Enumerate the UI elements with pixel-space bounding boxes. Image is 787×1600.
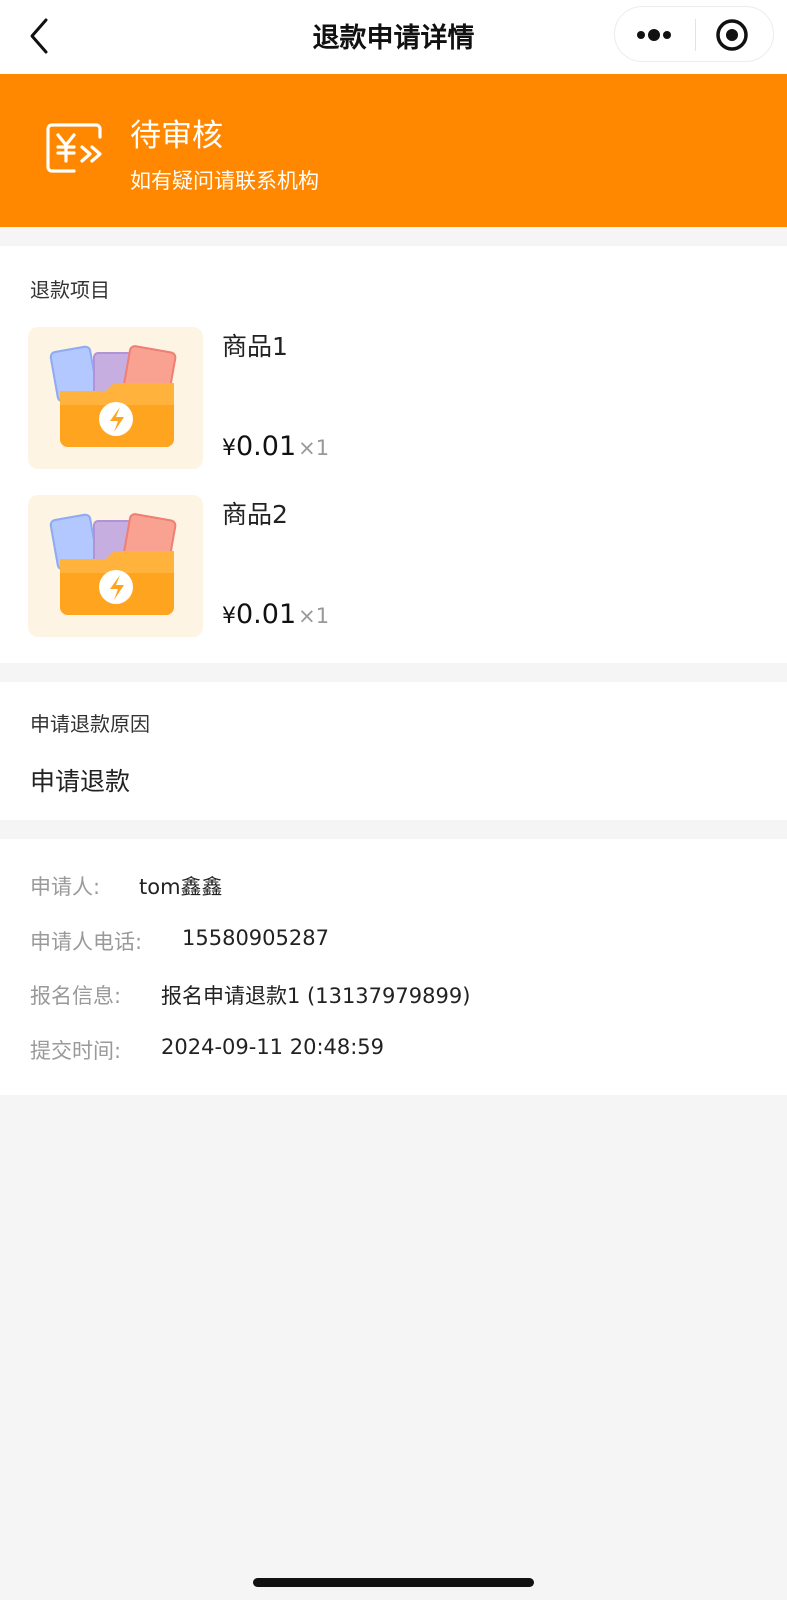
applicant-label: 申请人: — [30, 875, 101, 899]
nav-bar: 退款申请详情 — [0, 0, 787, 74]
product-thumbnail — [28, 327, 203, 469]
status-subtitle: 如有疑问请联系机构 — [130, 169, 319, 193]
applicant-value: tom鑫鑫 — [139, 875, 223, 899]
target-close-icon — [716, 19, 748, 51]
submit-time-label: 提交时间: — [30, 1039, 122, 1063]
refund-reason-label: 申请退款原因 — [30, 712, 150, 736]
home-indicator[interactable] — [253, 1578, 534, 1587]
more-dots-icon — [637, 29, 671, 41]
folder-course-icon — [49, 513, 177, 615]
status-title: 待审核 — [130, 118, 223, 154]
refund-reason-text: 申请退款 — [30, 767, 131, 796]
mini-program-capsule — [614, 6, 774, 62]
price-value: 0.01 — [236, 431, 297, 462]
product-price: ¥0.01×1 — [222, 431, 329, 462]
product-name: 商品1 — [222, 332, 288, 361]
product-quantity: ×1 — [298, 604, 330, 628]
product-quantity: ×1 — [298, 436, 330, 460]
currency-symbol: ¥ — [222, 604, 236, 629]
capsule-divider — [695, 19, 696, 51]
status-banner: 待审核 如有疑问请联系机构 — [0, 74, 787, 227]
signup-value: 报名申请退款1 (13137979899) — [161, 984, 471, 1008]
refund-yuan-icon — [46, 123, 102, 173]
refund-reason-card: 申请退款原因 申请退款 — [0, 682, 787, 820]
more-button[interactable] — [629, 13, 679, 57]
phone-value[interactable]: 15580905287 — [182, 926, 329, 950]
folder-course-icon — [49, 345, 177, 447]
refund-items-card: 退款项目 商品1 ¥0.01×1 商品2 ¥0.01×1 — [0, 246, 787, 663]
price-value: 0.01 — [236, 599, 297, 630]
product-item[interactable]: 商品2 ¥0.01×1 — [28, 495, 758, 637]
product-thumbnail — [28, 495, 203, 637]
phone-label: 申请人电话: — [30, 930, 143, 954]
product-price: ¥0.01×1 — [222, 599, 329, 630]
applicant-info-card: 申请人: tom鑫鑫 申请人电话: 15580905287 报名信息: 报名申请… — [0, 839, 787, 1095]
close-mini-program-button[interactable] — [707, 13, 757, 57]
submit-time-value: 2024-09-11 20:48:59 — [161, 1035, 385, 1059]
product-item[interactable]: 商品1 ¥0.01×1 — [28, 327, 758, 469]
currency-symbol: ¥ — [222, 436, 236, 461]
product-name: 商品2 — [222, 500, 288, 529]
signup-label: 报名信息: — [30, 984, 122, 1008]
refund-items-label: 退款项目 — [30, 278, 110, 302]
